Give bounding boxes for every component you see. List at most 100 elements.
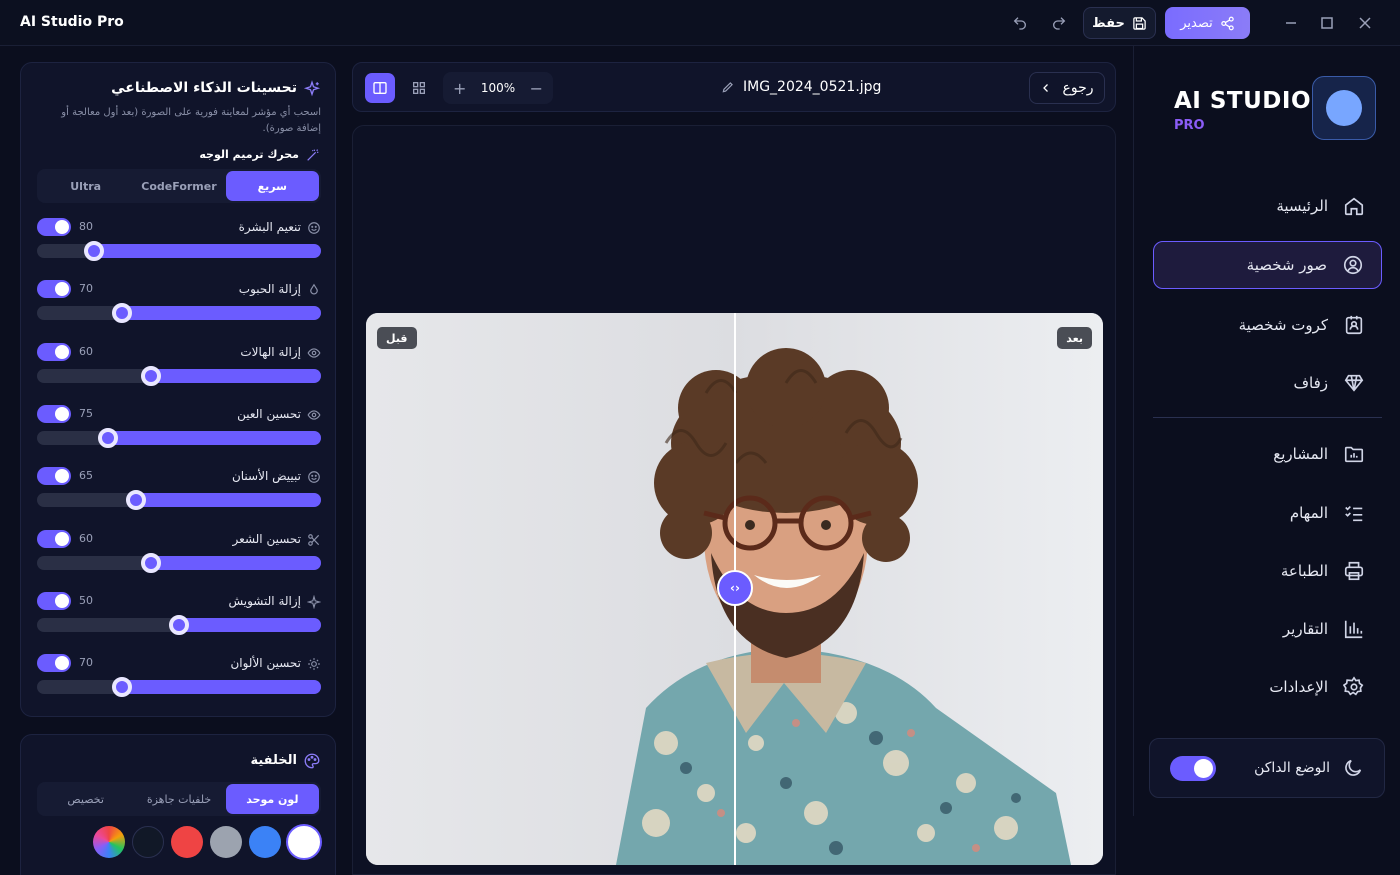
logo bbox=[1312, 76, 1376, 140]
swatch-red[interactable] bbox=[171, 826, 203, 858]
eye-enhancement-toggle[interactable] bbox=[37, 404, 71, 423]
zoom-out-button[interactable]: − bbox=[530, 79, 543, 98]
hair-enhancement-toggle[interactable] bbox=[37, 529, 71, 548]
sidebar-item-projects[interactable]: المشاريع bbox=[1153, 430, 1382, 478]
swatch-white[interactable] bbox=[288, 826, 320, 858]
dark-mode-card: الوضع الداكن bbox=[1149, 738, 1385, 798]
slider-thumb[interactable] bbox=[169, 614, 189, 635]
slider-thumb[interactable] bbox=[112, 303, 133, 324]
home-icon bbox=[1342, 194, 1366, 218]
color-enhancement-slider[interactable] bbox=[37, 677, 321, 698]
color-enhancement-toggle[interactable] bbox=[37, 654, 71, 673]
tab-preset-backgrounds[interactable]: خلفيات جاهزة bbox=[132, 784, 225, 814]
canvas-toolbar: + 100% − IMG_2024_0521.jpg رجوع bbox=[352, 62, 1116, 112]
dark-mode-toggle[interactable] bbox=[1170, 756, 1216, 781]
chevron-left-icon bbox=[1043, 84, 1049, 92]
sidebar-item-wedding[interactable]: زفاف bbox=[1153, 359, 1382, 407]
control-noise-removal: 50 إزالة التشويش bbox=[37, 591, 322, 642]
zoom-control: + 100% − bbox=[443, 72, 553, 104]
dark-circles-removal-slider[interactable] bbox=[37, 365, 321, 386]
engine-option-codeformer[interactable]: CodeFormer bbox=[132, 171, 225, 201]
teeth-whitening-slider[interactable] bbox=[37, 490, 321, 511]
acne-removal-value: 70 bbox=[79, 282, 93, 296]
moon-icon bbox=[1342, 757, 1366, 781]
eye-enhancement-slider[interactable] bbox=[37, 427, 321, 448]
skin-smoothing-toggle[interactable] bbox=[37, 218, 71, 236]
skin-smoothing-slider[interactable] bbox=[37, 241, 321, 261]
close-icon[interactable] bbox=[1355, 13, 1375, 33]
dark-circles-removal-toggle[interactable] bbox=[37, 342, 71, 361]
control-teeth-whitening: 65 تبييض الأسنان bbox=[37, 467, 321, 517]
slider-thumb[interactable] bbox=[83, 241, 104, 261]
engine-label: محرك ترميم الوجه bbox=[199, 148, 299, 161]
swatch-blue[interactable] bbox=[249, 826, 281, 858]
noise-removal-value: 50 bbox=[79, 593, 93, 607]
redo-icon[interactable] bbox=[1049, 13, 1069, 33]
control-hair-enhancement: 60 تحسين الشعر bbox=[37, 529, 321, 580]
sidebar-item-settings[interactable]: الإعدادات bbox=[1153, 663, 1382, 711]
save-icon bbox=[1133, 16, 1146, 30]
smile-icon bbox=[307, 469, 321, 484]
swatch-gray[interactable] bbox=[210, 826, 242, 858]
teeth-whitening-toggle[interactable] bbox=[37, 467, 71, 486]
engine-option-fast[interactable]: سريع bbox=[225, 171, 319, 201]
ai-enhancements-panel: تحسينات الذكاء الاصطناعي اسحب أي مؤشر لم… bbox=[20, 62, 336, 717]
hair-enhancement-slider[interactable] bbox=[37, 552, 321, 573]
acne-removal-toggle[interactable] bbox=[37, 280, 71, 299]
noise-removal-label: إزالة التشويش bbox=[228, 593, 301, 608]
noise-removal-slider[interactable] bbox=[37, 614, 321, 635]
slider-thumb[interactable] bbox=[140, 365, 161, 386]
undo-icon[interactable] bbox=[1010, 13, 1030, 33]
save-button[interactable]: حفظ bbox=[1083, 7, 1156, 39]
swatch-black[interactable] bbox=[132, 826, 164, 858]
slider-thumb[interactable] bbox=[112, 677, 133, 698]
sidebar-item-label: المشاريع bbox=[1273, 445, 1328, 463]
sidebar-item-label: الإعدادات bbox=[1269, 678, 1328, 696]
diamond-icon bbox=[1342, 371, 1366, 395]
sidebar-item-reports[interactable]: التقارير bbox=[1153, 605, 1382, 653]
engine-selector: Ultra CodeFormer سريع bbox=[37, 169, 321, 203]
teeth-whitening-value: 65 bbox=[79, 469, 93, 483]
magic-wand-icon bbox=[305, 147, 321, 163]
sidebar-item-portraits[interactable]: صور شخصية bbox=[1153, 241, 1382, 289]
background-panel: الخلفية لون موحد خلفيات جاهزة تخصيص bbox=[20, 734, 336, 875]
export-button[interactable]: تصدير bbox=[1165, 7, 1250, 39]
slider-thumb[interactable] bbox=[98, 427, 118, 448]
split-view-button[interactable] bbox=[365, 73, 395, 103]
tab-solid-color[interactable]: لون موحد bbox=[225, 784, 319, 814]
sidebar-item-home[interactable]: الرئيسية bbox=[1153, 182, 1382, 230]
brand-badge: PRO bbox=[1174, 118, 1205, 133]
slider-fill bbox=[150, 555, 321, 570]
after-label: بعد bbox=[1057, 327, 1092, 349]
background-tabs: لون موحد خلفيات جاهزة تخصيص bbox=[37, 782, 321, 816]
teeth-whitening-label: تبييض الأسنان bbox=[231, 469, 301, 484]
hair-enhancement-label: تحسين الشعر bbox=[232, 531, 301, 546]
engine-option-ultra[interactable]: Ultra bbox=[39, 171, 132, 201]
acne-removal-slider[interactable] bbox=[37, 303, 321, 324]
palette-icon bbox=[303, 752, 321, 770]
slider-thumb[interactable] bbox=[126, 490, 147, 511]
control-eye-enhancement: 75 تحسين العين bbox=[37, 404, 321, 455]
grid-view-icon bbox=[413, 82, 425, 94]
sidebar-item-tasks[interactable]: المهام bbox=[1153, 489, 1382, 537]
slider-fill bbox=[136, 493, 321, 508]
slider-thumb[interactable] bbox=[140, 552, 161, 573]
sidebar-item-printing[interactable]: الطباعة bbox=[1153, 547, 1382, 595]
grid-view-button[interactable] bbox=[404, 73, 434, 103]
back-button[interactable]: رجوع bbox=[1029, 72, 1105, 104]
maximize-icon[interactable] bbox=[1317, 13, 1337, 33]
eye-icon bbox=[307, 407, 321, 421]
swatch-rainbow[interactable] bbox=[93, 826, 125, 858]
printer-icon bbox=[1342, 559, 1366, 583]
tab-custom[interactable]: تخصيص bbox=[39, 784, 132, 814]
sidebar-item-business-cards[interactable]: كروت شخصية bbox=[1153, 301, 1382, 349]
zoom-in-button[interactable]: + bbox=[453, 79, 466, 98]
before-label: قبل bbox=[377, 327, 417, 349]
noise-removal-toggle[interactable] bbox=[37, 591, 71, 610]
compare-handle-icon[interactable]: ‹› bbox=[717, 570, 753, 606]
sidebar-item-label: التقارير bbox=[1282, 620, 1328, 638]
before-after-preview[interactable]: قبل بعد ‹› bbox=[366, 313, 1103, 865]
sparkles-icon bbox=[303, 80, 321, 98]
slider-fill bbox=[93, 244, 321, 258]
minimize-icon[interactable] bbox=[1281, 13, 1301, 33]
